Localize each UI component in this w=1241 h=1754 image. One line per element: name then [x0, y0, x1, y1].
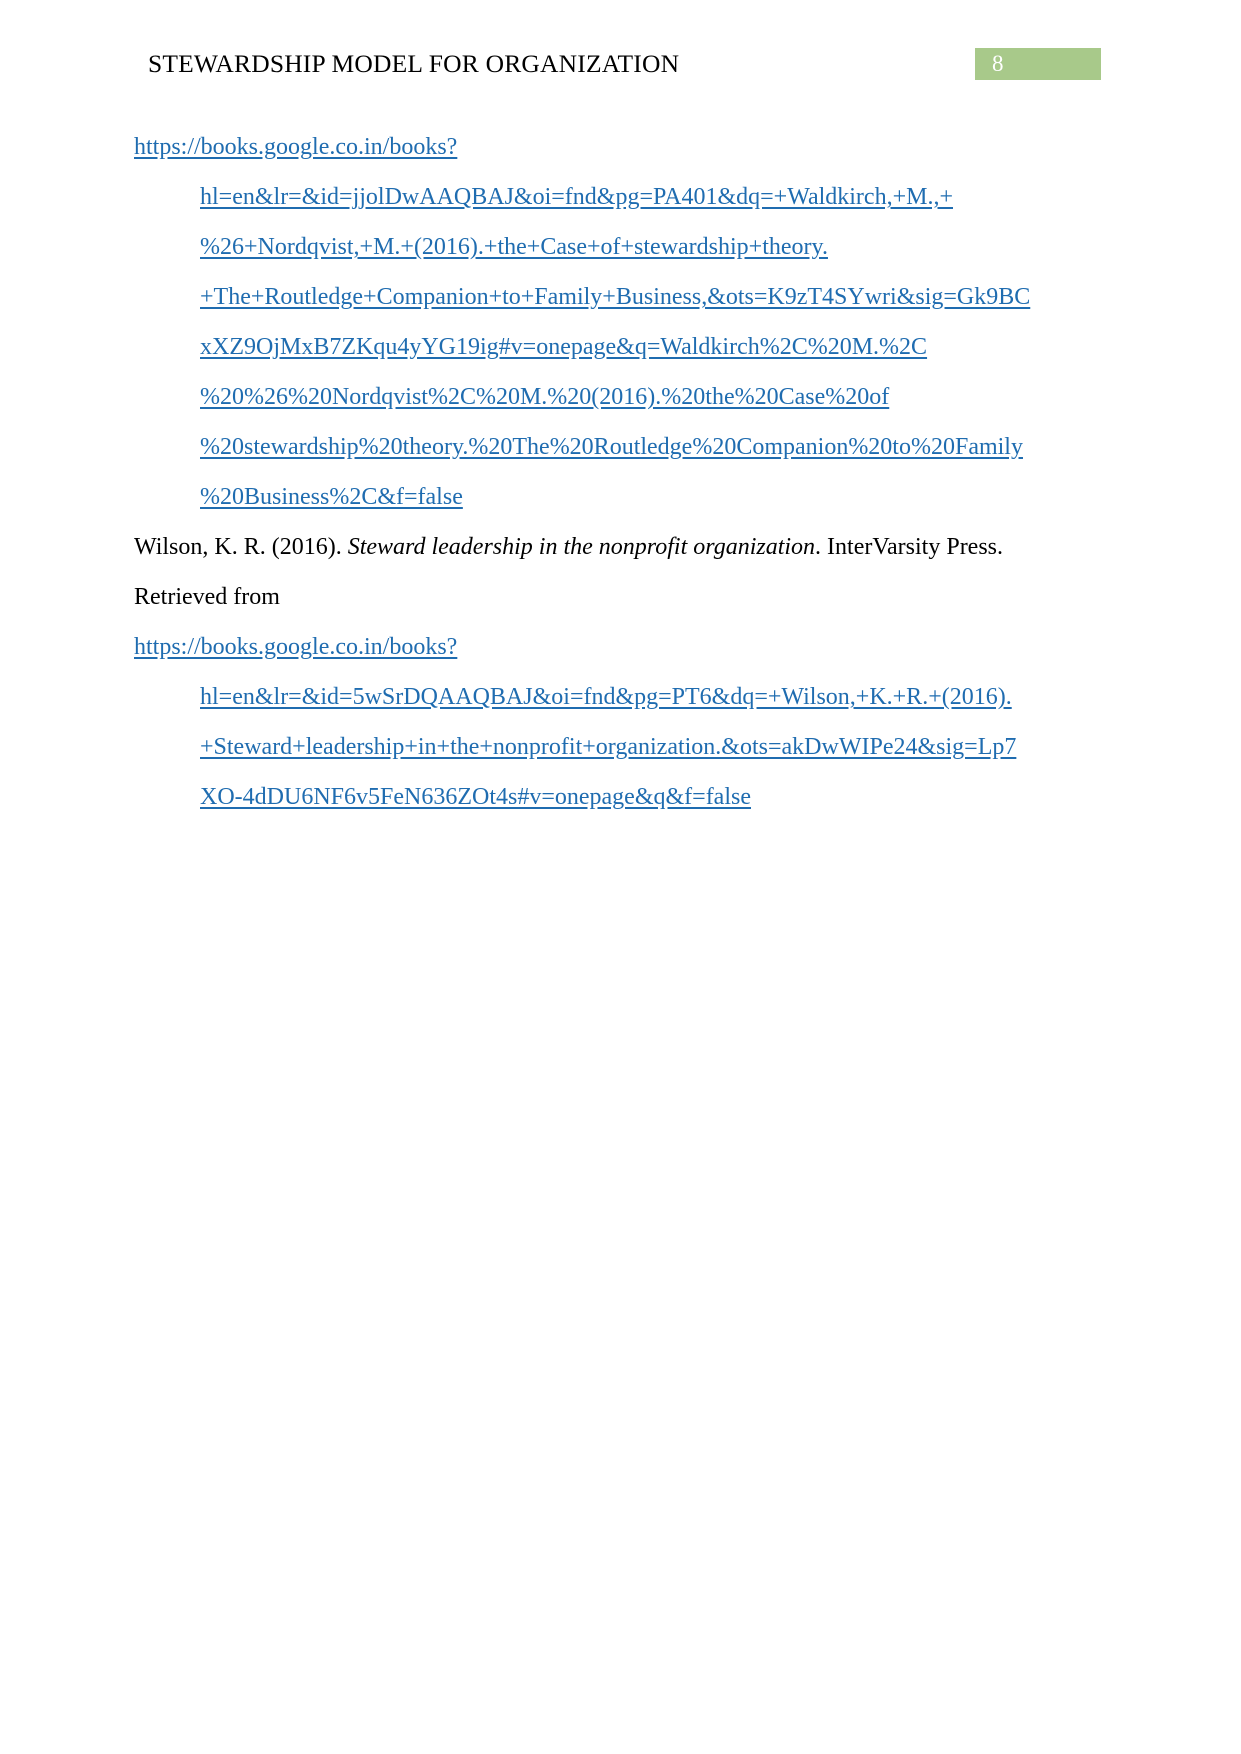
url-continuation-line[interactable]: hl=en&lr=&id=5wSrDQAAQBAJ&oi=fnd&pg=PT6&… [200, 672, 1107, 722]
url-root-link-1[interactable]: https://books.google.co.in/books? [134, 122, 1107, 172]
document-body: https://books.google.co.in/books? hl=en&… [134, 122, 1107, 822]
url-continuation-line[interactable]: +The+Routledge+Companion+to+Family+Busin… [200, 272, 1107, 322]
retrieved-from-text: Retrieved from [134, 584, 280, 610]
citation-publisher: . InterVarsity Press. [815, 534, 1004, 560]
url-continuation-line[interactable]: %20stewardship%20theory.%20The%20Routled… [200, 422, 1107, 472]
citation-author-year: Wilson, K. R. (2016). [134, 534, 348, 560]
url-continuation-line[interactable]: hl=en&lr=&id=jjolDwAAQBAJ&oi=fnd&pg=PA40… [200, 172, 1107, 222]
reference-url-block-2: https://books.google.co.in/books? hl=en&… [134, 622, 1107, 822]
url-continuation-line[interactable]: %20%26%20Nordqvist%2C%20M.%20(2016).%20t… [200, 372, 1107, 422]
retrieved-from-label: Retrieved from [134, 572, 1107, 622]
reference-url-block-1: https://books.google.co.in/books? hl=en&… [134, 122, 1107, 522]
page-number: 8 [992, 51, 1004, 76]
running-head: STEWARDSHIP MODEL FOR ORGANIZATION [148, 49, 680, 78]
citation-wilson: Wilson, K. R. (2016). Steward leadership… [134, 522, 1107, 572]
url-continuation-line[interactable]: %26+Nordqvist,+M.+(2016).+the+Case+of+st… [200, 222, 1107, 272]
url-continuation-line[interactable]: %20Business%2C&f=false [200, 472, 1107, 522]
page-number-badge: 8 [975, 48, 1101, 80]
url-root-link-2[interactable]: https://books.google.co.in/books? [134, 622, 1107, 672]
citation-title-italic: Steward leadership in the nonprofit orga… [347, 534, 816, 560]
document-page: STEWARDSHIP MODEL FOR ORGANIZATION 8 htt… [0, 0, 1241, 1754]
url-continuation-line[interactable]: XO-4dDU6NF6v5FeN636ZOt4s#v=onepage&q&f=f… [200, 772, 1107, 822]
page-header: STEWARDSHIP MODEL FOR ORGANIZATION 8 [0, 48, 1241, 82]
url-continuation-line[interactable]: xXZ9OjMxB7ZKqu4yYG19ig#v=onepage&q=Waldk… [200, 322, 1107, 372]
url-continuation-line[interactable]: +Steward+leadership+in+the+nonprofit+org… [200, 722, 1107, 772]
